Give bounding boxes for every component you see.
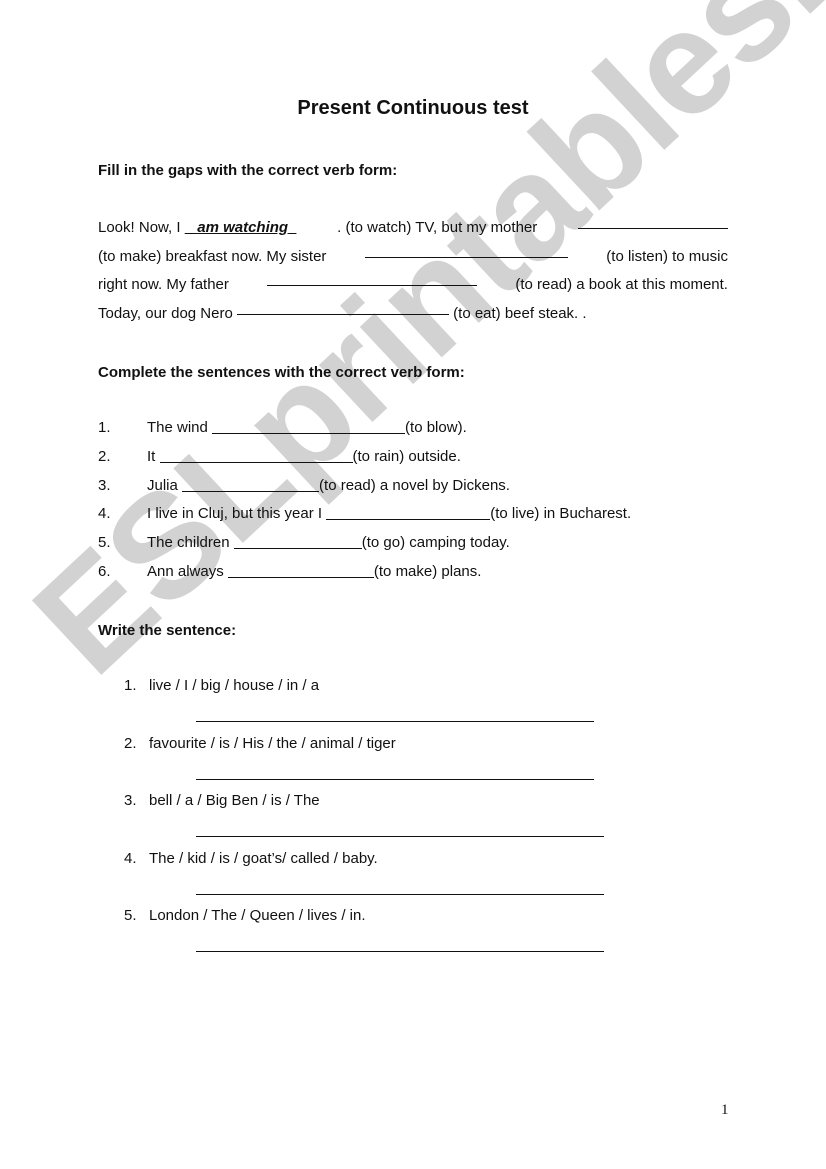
complete-sentences-list: 1. The wind (to blow). 2. It (to rain) o… bbox=[98, 419, 631, 592]
answer-blank[interactable] bbox=[233, 534, 362, 550]
list-item: 5. London / The / Queen / lives / in. bbox=[124, 907, 604, 965]
answer-line[interactable] bbox=[196, 707, 594, 722]
answer-blank[interactable] bbox=[364, 243, 568, 258]
worksheet-title: Present Continuous test bbox=[297, 97, 529, 119]
answer-blank[interactable] bbox=[182, 477, 320, 492]
list-item: 6. Ann always (to make) plans. bbox=[98, 562, 482, 580]
list-item: 1. The wind (to blow). bbox=[98, 419, 467, 436]
list-item: 5. The children (to go) camping today. bbox=[98, 534, 510, 552]
worksheet-page: ESLprintables.com Present Continuous tes… bbox=[0, 0, 826, 1169]
list-item: 4. I live in Cluj, but this year I (to l… bbox=[98, 505, 632, 523]
list-item: 2. It (to rain) outside. bbox=[98, 447, 461, 465]
paragraph-line: Look! Now, I am watching . (to watch) TV… bbox=[98, 214, 728, 243]
section1-heading: Fill in the gaps with the correct verb f… bbox=[98, 162, 398, 179]
list-item: 3. Julia (to read) a novel by Dickens. bbox=[98, 476, 510, 494]
paragraph-line: right now. My father (to read) a book at… bbox=[98, 271, 728, 300]
answer-blank[interactable] bbox=[159, 448, 353, 463]
answer-blank[interactable] bbox=[236, 300, 449, 315]
list-item: 1. live / I / big / house / in / a bbox=[124, 677, 594, 735]
write-sentence-list: 1. live / I / big / house / in / a 2. favo… bbox=[124, 677, 604, 965]
answer-blank[interactable] bbox=[577, 214, 728, 229]
answer-line[interactable] bbox=[196, 937, 604, 952]
answer-line[interactable] bbox=[196, 822, 604, 837]
example-answer: am watching bbox=[197, 219, 289, 236]
page-number: 1 bbox=[721, 1102, 729, 1118]
section2-heading: Complete the sentences with the correct … bbox=[98, 364, 465, 381]
paragraph-line: Today, our dog Nero (to eat) beef steak.… bbox=[98, 300, 728, 329]
answer-blank[interactable] bbox=[212, 419, 406, 434]
list-item: 2. favourite / is / His / the / animal / … bbox=[124, 735, 594, 793]
answer-line[interactable] bbox=[196, 880, 604, 895]
paragraph-line: (to make) breakfast now. My sister (to l… bbox=[98, 243, 728, 272]
answer-blank[interactable] bbox=[227, 563, 374, 578]
section3-heading: Write the sentence: bbox=[98, 622, 237, 639]
answer-line[interactable] bbox=[196, 765, 594, 780]
gap-fill-paragraph: Look! Now, I am watching . (to watch) TV… bbox=[98, 214, 728, 328]
answer-blank[interactable] bbox=[267, 271, 478, 287]
list-item: 4. The / kid / is / goat’s/ called / baby… bbox=[124, 850, 604, 908]
answer-blank[interactable] bbox=[326, 505, 491, 521]
list-item: 3. bell / a / Big Ben / is / The bbox=[124, 792, 604, 850]
